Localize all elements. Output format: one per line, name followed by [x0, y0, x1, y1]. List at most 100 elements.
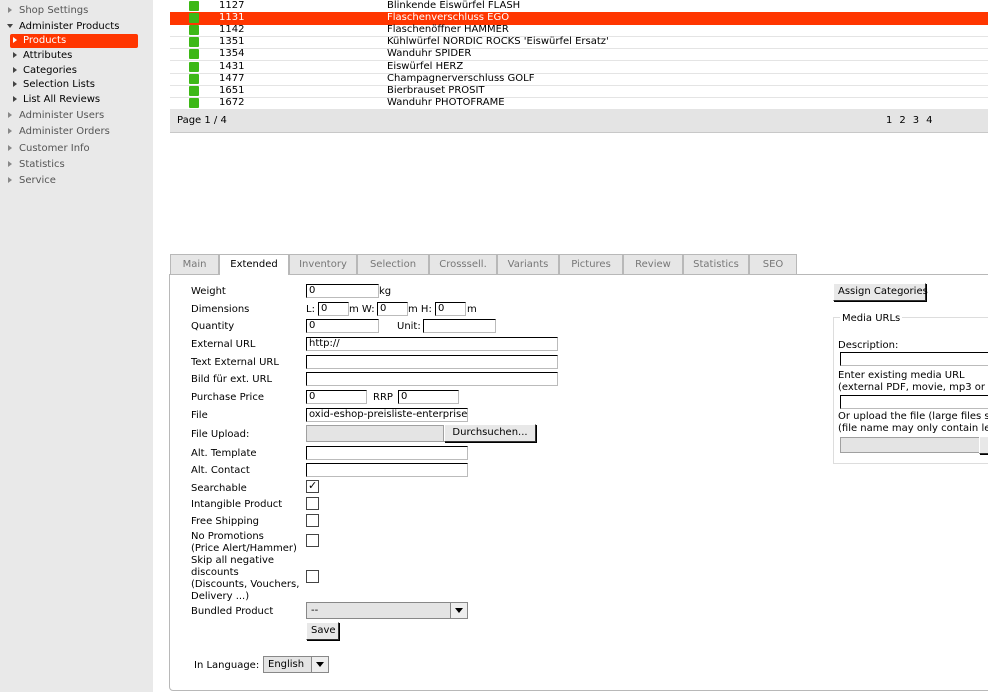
weight-unit: kg: [379, 286, 392, 297]
no-promotions-checkbox[interactable]: [306, 534, 319, 547]
height-unit: m: [467, 304, 477, 315]
purchase-price-input[interactable]: 0: [306, 390, 367, 404]
collapsed-arrow-icon: [8, 177, 12, 183]
table-row[interactable]: 1354 Wanduhr SPIDER: [170, 48, 988, 61]
length-label: L:: [306, 304, 315, 315]
free-shipping-label: Free Shipping: [191, 516, 260, 527]
tab-crosssell[interactable]: Crosssell.: [429, 254, 497, 274]
active-status-icon: [189, 37, 199, 47]
length-input[interactable]: 0: [318, 302, 349, 316]
language-select[interactable]: English: [263, 656, 329, 673]
language-label: In Language:: [194, 660, 260, 671]
page-link-2[interactable]: 2: [899, 115, 905, 126]
searchable-label: Searchable: [191, 483, 247, 494]
page-link-3[interactable]: 3: [913, 115, 919, 126]
tab-review[interactable]: Review: [623, 254, 683, 274]
collapsed-arrow-icon: [13, 96, 17, 102]
collapsed-arrow-icon: [13, 81, 17, 87]
tab-pictures[interactable]: Pictures: [559, 254, 623, 274]
active-status-icon: [189, 13, 199, 23]
table-row[interactable]: 1672 Wanduhr PHOTOFRAME: [170, 97, 988, 110]
product-list: 1127 Blinkende Eiswürfel FLASH 1131 Flasch…: [170, 0, 988, 110]
external-url-input[interactable]: http://: [306, 337, 558, 351]
file-input[interactable]: oxid-eshop-preisliste-enterprise-ec: [306, 408, 468, 422]
collapsed-arrow-icon: [13, 52, 17, 58]
expanded-arrow-icon: [7, 24, 13, 28]
browse-button[interactable]: Durchsuchen...: [444, 424, 536, 442]
active-status-icon: [189, 1, 199, 11]
active-status-icon: [189, 98, 199, 108]
tab-inventory[interactable]: Inventory: [289, 254, 357, 274]
alt-contact-input[interactable]: [306, 463, 468, 477]
quantity-label: Quantity: [191, 321, 235, 332]
media-urls-legend: Media URLs: [840, 313, 903, 324]
image-url-label: Bild für ext. URL: [191, 374, 273, 385]
skip-discounts-checkbox[interactable]: [306, 570, 319, 583]
unit-label: Unit:: [397, 321, 421, 332]
file-upload-label: File Upload:: [191, 429, 250, 440]
skip-discounts-label-2: discounts: [191, 567, 239, 578]
rrp-label: RRP: [373, 392, 393, 403]
file-label: File: [191, 410, 208, 421]
tab-seo[interactable]: SEO: [749, 254, 797, 274]
quantity-input[interactable]: 0: [306, 319, 379, 333]
page-link-1[interactable]: 1: [886, 115, 892, 126]
skip-discounts-label-4: Delivery ...): [191, 591, 250, 602]
width-input[interactable]: 0: [377, 302, 408, 316]
collapsed-arrow-icon: [8, 145, 12, 151]
file-upload-field[interactable]: [306, 425, 444, 442]
no-promotions-sublabel: (Price Alert/Hammer): [191, 543, 297, 554]
page-links: 1234: [886, 115, 940, 126]
tab-variants[interactable]: Variants: [497, 254, 559, 274]
active-status-icon: [189, 49, 199, 59]
intangible-checkbox[interactable]: [306, 497, 319, 510]
collapsed-arrow-icon: [8, 112, 12, 118]
rrp-input[interactable]: 0: [398, 390, 459, 404]
weight-input[interactable]: 0: [306, 284, 379, 298]
save-button[interactable]: Save: [306, 622, 339, 640]
image-url-input[interactable]: [306, 372, 558, 386]
nav-products[interactable]: Products: [10, 34, 138, 48]
alt-template-label: Alt. Template: [191, 448, 257, 459]
bundled-product-label: Bundled Product: [191, 606, 274, 617]
free-shipping-checkbox[interactable]: [306, 514, 319, 527]
media-upload-field[interactable]: [840, 437, 980, 453]
alt-template-input[interactable]: [306, 446, 468, 460]
width-label: m W:: [349, 304, 375, 315]
media-description-input[interactable]: [840, 352, 988, 366]
tab-statistics[interactable]: Statistics: [683, 254, 749, 274]
weight-label: Weight: [191, 286, 226, 297]
text-external-url-input[interactable]: [306, 355, 558, 369]
active-status-icon: [189, 62, 199, 72]
tab-selection[interactable]: Selection: [357, 254, 429, 274]
dropdown-arrow-icon: [311, 657, 328, 672]
media-description-label: Description:: [838, 340, 899, 351]
no-promotions-label: No Promotions: [191, 531, 264, 542]
page-indicator: Page 1 / 4: [177, 115, 227, 126]
dropdown-arrow-icon: [450, 603, 467, 618]
searchable-checkbox[interactable]: ✓: [306, 479, 319, 493]
assign-categories-button[interactable]: Assign Categories: [833, 283, 928, 301]
active-status-icon: [189, 25, 199, 35]
tab-main[interactable]: Main: [170, 254, 219, 274]
media-url-input[interactable]: [840, 395, 988, 409]
media-upload-label: Or upload the file (large files sho: [838, 411, 988, 422]
media-browse-button[interactable]: [979, 436, 988, 454]
page-link-4[interactable]: 4: [926, 115, 932, 126]
intangible-label: Intangible Product: [191, 499, 283, 510]
skip-discounts-label: Skip all negative: [191, 555, 275, 566]
external-url-label: External URL: [191, 339, 256, 350]
collapsed-arrow-icon: [8, 128, 12, 134]
height-label: m H:: [408, 304, 432, 315]
bundled-product-select[interactable]: --: [306, 602, 468, 619]
text-external-url-label: Text External URL: [191, 357, 279, 368]
unit-input[interactable]: [423, 319, 496, 333]
collapsed-arrow-icon: [13, 67, 17, 73]
check-mark-icon: ✓: [308, 479, 318, 492]
tab-extended[interactable]: Extended: [219, 254, 289, 275]
sidebar: Shop Settings Administer Products Produc…: [0, 0, 153, 692]
height-input[interactable]: 0: [435, 302, 466, 316]
media-upload-hint: (file name may only contain lett: [838, 423, 988, 434]
active-status-icon: [189, 86, 199, 96]
dimensions-label: Dimensions: [191, 304, 250, 315]
